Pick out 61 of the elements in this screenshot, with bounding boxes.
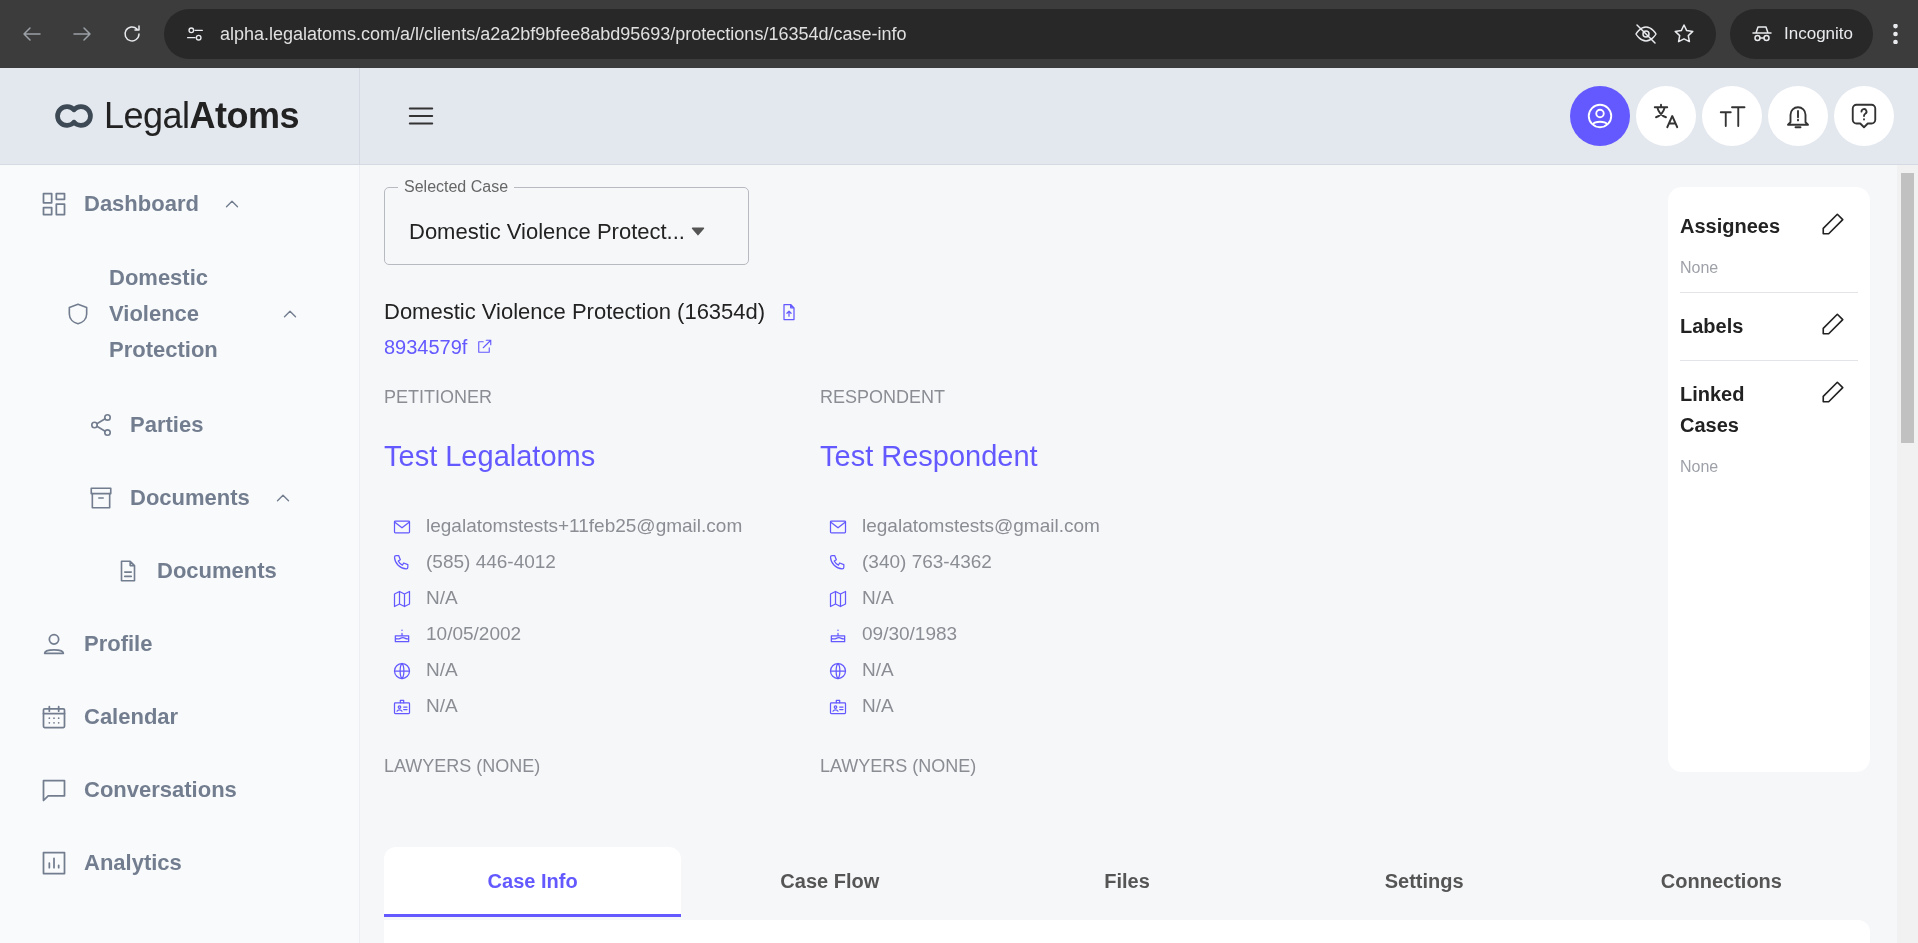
tab[interactable]: Case Flow bbox=[681, 847, 979, 917]
sidebar-item[interactable]: Conversations bbox=[40, 773, 237, 806]
archive-icon bbox=[88, 484, 114, 511]
contact-value: N/A bbox=[862, 694, 894, 719]
section-title: Linked Cases bbox=[1680, 382, 1746, 438]
lawyers-label: LAWYERS (NONE) bbox=[820, 754, 978, 778]
contact-value: legalatomstests@gmail.com bbox=[862, 514, 1100, 539]
scrollbar-thumb[interactable] bbox=[1901, 173, 1914, 443]
contact-value: N/A bbox=[426, 658, 458, 683]
tab[interactable]: Connections bbox=[1572, 847, 1870, 917]
contact-value: N/A bbox=[426, 694, 458, 719]
contact-value: 10/05/2002 bbox=[426, 622, 522, 647]
tab[interactable]: Case Info bbox=[384, 847, 682, 917]
url-text: alpha.legalatoms.com/a/l/clients/a2a2bf9bfee8abd95693/protections/16354d/case-info bbox=[220, 22, 908, 46]
case-reference-link[interactable]: 8934579f bbox=[384, 332, 468, 362]
scrollbar[interactable] bbox=[1897, 165, 1918, 943]
contact-value: N/A bbox=[426, 586, 458, 611]
map-icon bbox=[828, 588, 848, 609]
contact-value: (340) 763-4362 bbox=[862, 550, 992, 575]
party-name-link[interactable]: Test Respondent bbox=[820, 435, 1038, 479]
share-icon bbox=[88, 411, 114, 438]
account-icon bbox=[1585, 101, 1615, 131]
pencil-icon bbox=[1820, 211, 1846, 237]
address-bar[interactable]: alpha.legalatoms.com/a/l/clients/a2a2bf9bfee8abd95693/protections/16354d/case-info bbox=[164, 9, 1716, 59]
contact-value: N/A bbox=[862, 586, 894, 611]
party-name-link[interactable]: Test Legalatoms bbox=[384, 435, 596, 479]
tab[interactable]: Settings bbox=[1275, 847, 1573, 917]
incognito-button[interactable]: Incognito bbox=[1730, 9, 1873, 59]
section-title: Assignees bbox=[1680, 214, 1782, 239]
tab[interactable]: Files bbox=[978, 847, 1276, 917]
sidebar-item[interactable]: Dashboard bbox=[40, 187, 243, 220]
contact-value: (585) 446-4012 bbox=[426, 550, 556, 575]
eye-off-icon bbox=[1634, 22, 1658, 46]
section-value: None bbox=[1680, 457, 1720, 477]
sidebar-item[interactable]: Parties bbox=[88, 408, 204, 441]
party-role: PETITIONER bbox=[384, 386, 493, 409]
globe-icon bbox=[828, 660, 848, 681]
external-link-icon bbox=[475, 338, 494, 356]
translate-icon bbox=[1651, 101, 1681, 131]
sidebar-item[interactable]: Analytics bbox=[40, 846, 182, 879]
more-icon bbox=[1893, 24, 1898, 44]
account-button[interactable] bbox=[1570, 86, 1630, 146]
contact-value: legalatomstests+11feb25@gmail.com bbox=[426, 514, 743, 539]
contact-value: N/A bbox=[862, 658, 894, 683]
sidebar-item[interactable]: Profile bbox=[40, 627, 153, 660]
sidebar-item[interactable]: Documents bbox=[115, 554, 277, 587]
sidebar-item[interactable]: Domestic Violence Protection bbox=[65, 260, 301, 368]
globe-icon bbox=[392, 660, 412, 681]
sidebar-item[interactable]: Calendar bbox=[40, 700, 179, 733]
lawyers-label: LAWYERS (NONE) bbox=[384, 754, 542, 778]
case-title: Domestic Violence Protection (16354d) bbox=[384, 298, 766, 326]
logo-text: LegalAtoms bbox=[104, 94, 300, 138]
sidebar-item[interactable]: Documents bbox=[88, 481, 294, 514]
pencil-icon bbox=[1820, 379, 1846, 405]
section-value: None bbox=[1680, 258, 1720, 278]
party-role: RESPONDENT bbox=[820, 386, 946, 409]
pencil-icon bbox=[1820, 311, 1846, 337]
contact-value: 09/30/1983 bbox=[862, 622, 958, 647]
help-icon bbox=[1849, 101, 1879, 131]
map-icon bbox=[392, 588, 412, 609]
section-title: Labels bbox=[1680, 314, 1745, 339]
